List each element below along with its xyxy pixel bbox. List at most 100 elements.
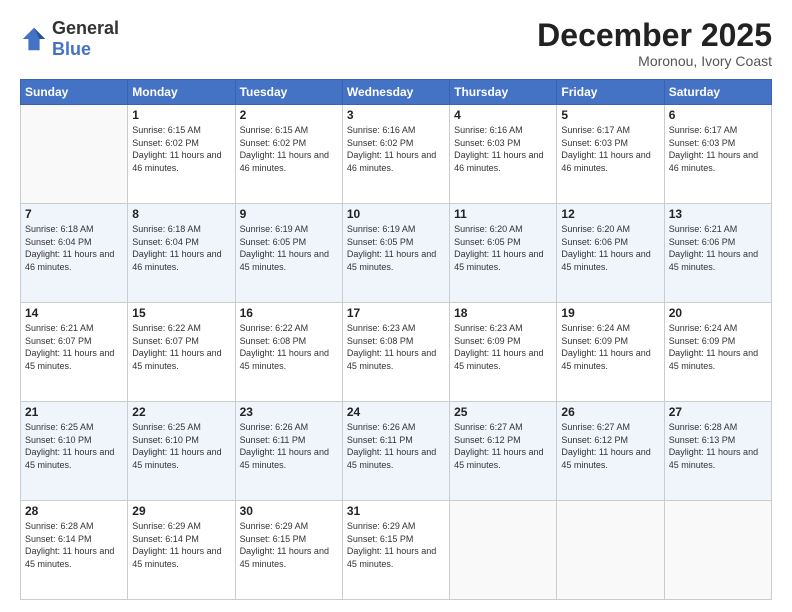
day-number: 12 xyxy=(561,207,659,221)
day-info: Sunrise: 6:16 AMSunset: 6:02 PMDaylight:… xyxy=(347,124,445,174)
calendar-cell: 30 Sunrise: 6:29 AMSunset: 6:15 PMDayligh… xyxy=(235,501,342,600)
calendar-cell: 10Sunrise: 6:19 AMSunset: 6:05 PMDayligh… xyxy=(342,204,449,303)
day-number: 28 xyxy=(25,504,123,518)
day-number: 19 xyxy=(561,306,659,320)
day-number: 16 xyxy=(240,306,338,320)
day-number: 22 xyxy=(132,405,230,419)
calendar-cell: 3 Sunrise: 6:16 AMSunset: 6:02 PMDaylight… xyxy=(342,105,449,204)
day-info: Sunrise: 6:25 AMSunset: 6:10 PMDaylight:… xyxy=(25,421,123,471)
calendar-week-row: 21 Sunrise: 6:25 AMSunset: 6:10 PMDayligh… xyxy=(21,402,772,501)
day-number: 5 xyxy=(561,108,659,122)
calendar-cell: 6 Sunrise: 6:17 AMSunset: 6:03 PMDaylight… xyxy=(664,105,771,204)
logo-text: General Blue xyxy=(52,18,119,60)
calendar-cell: 8 Sunrise: 6:18 AMSunset: 6:04 PMDaylight… xyxy=(128,204,235,303)
day-info: Sunrise: 6:28 AMSunset: 6:13 PMDaylight:… xyxy=(669,421,767,471)
day-info: Sunrise: 6:23 AMSunset: 6:08 PMDaylight:… xyxy=(347,322,445,372)
calendar-cell: 23Sunrise: 6:26 AMSunset: 6:11 PMDayligh… xyxy=(235,402,342,501)
day-info: Sunrise: 6:21 AMSunset: 6:07 PMDaylight:… xyxy=(25,322,123,372)
day-info: Sunrise: 6:23 AMSunset: 6:09 PMDaylight:… xyxy=(454,322,552,372)
day-info: Sunrise: 6:29 AMSunset: 6:15 PMDaylight:… xyxy=(347,520,445,570)
day-number: 7 xyxy=(25,207,123,221)
day-info: Sunrise: 6:16 AMSunset: 6:03 PMDaylight:… xyxy=(454,124,552,174)
day-info: Sunrise: 6:27 AMSunset: 6:12 PMDaylight:… xyxy=(561,421,659,471)
col-header-sunday: Sunday xyxy=(21,80,128,105)
col-header-wednesday: Wednesday xyxy=(342,80,449,105)
calendar-header-row: SundayMondayTuesdayWednesdayThursdayFrid… xyxy=(21,80,772,105)
calendar-cell: 11 Sunrise: 6:20 AMSunset: 6:05 PMDayligh… xyxy=(450,204,557,303)
calendar-cell: 9Sunrise: 6:19 AMSunset: 6:05 PMDaylight… xyxy=(235,204,342,303)
day-number: 21 xyxy=(25,405,123,419)
calendar-cell: 4Sunrise: 6:16 AMSunset: 6:03 PMDaylight… xyxy=(450,105,557,204)
day-info: Sunrise: 6:24 AMSunset: 6:09 PMDaylight:… xyxy=(561,322,659,372)
day-info: Sunrise: 6:26 AMSunset: 6:11 PMDaylight:… xyxy=(240,421,338,471)
calendar-week-row: 7 Sunrise: 6:18 AMSunset: 6:04 PMDaylight… xyxy=(21,204,772,303)
day-info: Sunrise: 6:27 AMSunset: 6:12 PMDaylight:… xyxy=(454,421,552,471)
page: General Blue December 2025 Moronou, Ivor… xyxy=(0,0,792,612)
calendar-cell xyxy=(21,105,128,204)
calendar-week-row: 1Sunrise: 6:15 AMSunset: 6:02 PMDaylight… xyxy=(21,105,772,204)
day-info: Sunrise: 6:20 AMSunset: 6:06 PMDaylight:… xyxy=(561,223,659,273)
day-info: Sunrise: 6:21 AMSunset: 6:06 PMDaylight:… xyxy=(669,223,767,273)
calendar-cell: 2 Sunrise: 6:15 AMSunset: 6:02 PMDaylight… xyxy=(235,105,342,204)
calendar-cell: 14Sunrise: 6:21 AMSunset: 6:07 PMDayligh… xyxy=(21,303,128,402)
day-info: Sunrise: 6:17 AMSunset: 6:03 PMDaylight:… xyxy=(669,124,767,174)
day-number: 17 xyxy=(347,306,445,320)
calendar-cell xyxy=(557,501,664,600)
day-number: 9 xyxy=(240,207,338,221)
day-number: 20 xyxy=(669,306,767,320)
day-number: 18 xyxy=(454,306,552,320)
day-info: Sunrise: 6:18 AMSunset: 6:04 PMDaylight:… xyxy=(25,223,123,273)
calendar-cell: 12 Sunrise: 6:20 AMSunset: 6:06 PMDayligh… xyxy=(557,204,664,303)
calendar-cell: 18 Sunrise: 6:23 AMSunset: 6:09 PMDayligh… xyxy=(450,303,557,402)
calendar-cell: 24Sunrise: 6:26 AMSunset: 6:11 PMDayligh… xyxy=(342,402,449,501)
logo-blue: Blue xyxy=(52,39,91,59)
day-number: 11 xyxy=(454,207,552,221)
col-header-tuesday: Tuesday xyxy=(235,80,342,105)
calendar-cell: 16 Sunrise: 6:22 AMSunset: 6:08 PMDayligh… xyxy=(235,303,342,402)
day-number: 8 xyxy=(132,207,230,221)
day-info: Sunrise: 6:17 AMSunset: 6:03 PMDaylight:… xyxy=(561,124,659,174)
day-info: Sunrise: 6:15 AMSunset: 6:02 PMDaylight:… xyxy=(132,124,230,174)
calendar-table: SundayMondayTuesdayWednesdayThursdayFrid… xyxy=(20,79,772,600)
day-number: 6 xyxy=(669,108,767,122)
logo: General Blue xyxy=(20,18,119,60)
day-info: Sunrise: 6:19 AMSunset: 6:05 PMDaylight:… xyxy=(347,223,445,273)
calendar-cell: 17 Sunrise: 6:23 AMSunset: 6:08 PMDayligh… xyxy=(342,303,449,402)
day-number: 3 xyxy=(347,108,445,122)
calendar-cell: 19 Sunrise: 6:24 AMSunset: 6:09 PMDayligh… xyxy=(557,303,664,402)
calendar-cell xyxy=(664,501,771,600)
day-info: Sunrise: 6:15 AMSunset: 6:02 PMDaylight:… xyxy=(240,124,338,174)
calendar-week-row: 14Sunrise: 6:21 AMSunset: 6:07 PMDayligh… xyxy=(21,303,772,402)
day-info: Sunrise: 6:20 AMSunset: 6:05 PMDaylight:… xyxy=(454,223,552,273)
calendar-cell: 13Sunrise: 6:21 AMSunset: 6:06 PMDayligh… xyxy=(664,204,771,303)
logo-general: General xyxy=(52,18,119,38)
day-number: 30 xyxy=(240,504,338,518)
day-info: Sunrise: 6:22 AMSunset: 6:08 PMDaylight:… xyxy=(240,322,338,372)
month-title: December 2025 xyxy=(537,18,772,53)
calendar-cell: 29Sunrise: 6:29 AMSunset: 6:14 PMDayligh… xyxy=(128,501,235,600)
calendar-cell: 21 Sunrise: 6:25 AMSunset: 6:10 PMDayligh… xyxy=(21,402,128,501)
day-info: Sunrise: 6:22 AMSunset: 6:07 PMDaylight:… xyxy=(132,322,230,372)
calendar-cell: 20Sunrise: 6:24 AMSunset: 6:09 PMDayligh… xyxy=(664,303,771,402)
location-subtitle: Moronou, Ivory Coast xyxy=(537,53,772,69)
calendar-cell: 15Sunrise: 6:22 AMSunset: 6:07 PMDayligh… xyxy=(128,303,235,402)
day-number: 24 xyxy=(347,405,445,419)
day-number: 25 xyxy=(454,405,552,419)
day-info: Sunrise: 6:28 AMSunset: 6:14 PMDaylight:… xyxy=(25,520,123,570)
calendar-cell: 31Sunrise: 6:29 AMSunset: 6:15 PMDayligh… xyxy=(342,501,449,600)
calendar-cell: 28 Sunrise: 6:28 AMSunset: 6:14 PMDayligh… xyxy=(21,501,128,600)
calendar-cell: 26Sunrise: 6:27 AMSunset: 6:12 PMDayligh… xyxy=(557,402,664,501)
day-info: Sunrise: 6:29 AMSunset: 6:15 PMDaylight:… xyxy=(240,520,338,570)
day-info: Sunrise: 6:29 AMSunset: 6:14 PMDaylight:… xyxy=(132,520,230,570)
day-info: Sunrise: 6:18 AMSunset: 6:04 PMDaylight:… xyxy=(132,223,230,273)
calendar-cell xyxy=(450,501,557,600)
calendar-cell: 1Sunrise: 6:15 AMSunset: 6:02 PMDaylight… xyxy=(128,105,235,204)
calendar-cell: 27Sunrise: 6:28 AMSunset: 6:13 PMDayligh… xyxy=(664,402,771,501)
calendar-cell: 7 Sunrise: 6:18 AMSunset: 6:04 PMDaylight… xyxy=(21,204,128,303)
day-number: 2 xyxy=(240,108,338,122)
calendar-cell: 25 Sunrise: 6:27 AMSunset: 6:12 PMDayligh… xyxy=(450,402,557,501)
col-header-thursday: Thursday xyxy=(450,80,557,105)
logo-icon xyxy=(20,25,48,53)
calendar-cell: 22Sunrise: 6:25 AMSunset: 6:10 PMDayligh… xyxy=(128,402,235,501)
calendar-week-row: 28 Sunrise: 6:28 AMSunset: 6:14 PMDayligh… xyxy=(21,501,772,600)
